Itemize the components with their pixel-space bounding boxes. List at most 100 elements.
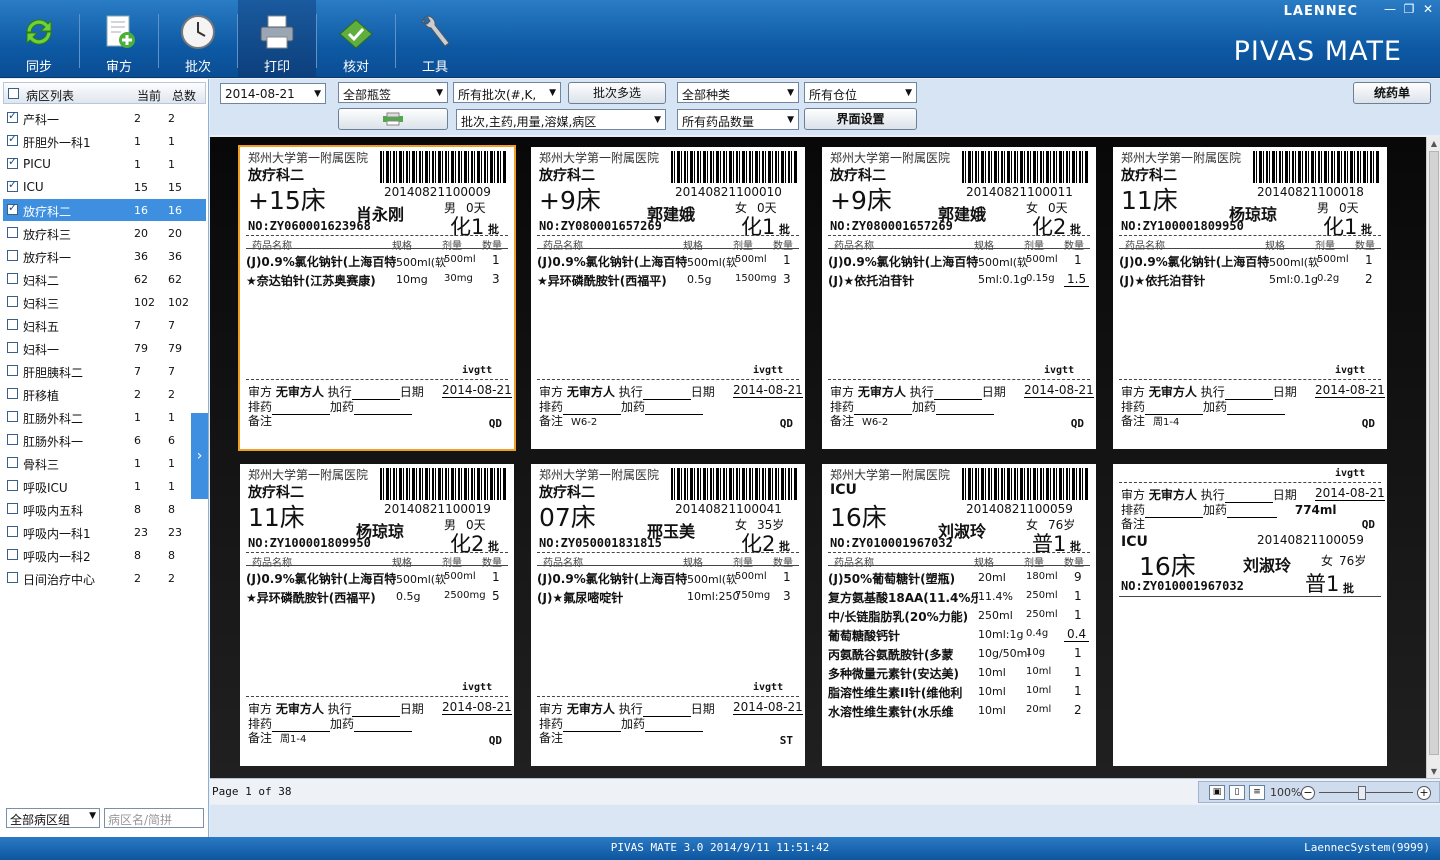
infusion-label[interactable]: 郑州大学第一附属医院 放疗科二 20140821100018 11床 杨琼琼 男… <box>1113 147 1387 449</box>
ward-row[interactable]: 呼吸内一科1 23 23 <box>3 521 206 543</box>
ward-checkbox[interactable] <box>7 296 18 307</box>
drug-dose: 0.15g <box>1026 273 1055 284</box>
ward-checkbox[interactable] <box>7 342 18 353</box>
chevron-down-icon: ▼ <box>654 115 661 125</box>
scrollbar-thumb[interactable] <box>1429 151 1439 755</box>
ward-row[interactable]: ICU 15 15 <box>3 176 206 198</box>
ward-checkbox[interactable] <box>7 109 18 123</box>
ward-row[interactable]: 肛肠外科二 1 1 <box>3 406 206 428</box>
ward-row[interactable]: 呼吸内五科 8 8 <box>3 498 206 520</box>
ward-checkbox[interactable] <box>7 250 18 261</box>
toolbar-tools-button[interactable]: 工具 <box>396 0 474 78</box>
preview-vertical-scrollbar[interactable]: ▲ ▼ <box>1426 137 1440 778</box>
ward-checkbox[interactable] <box>7 178 18 192</box>
infusion-label[interactable]: 郑州大学第一附属医院 放疗科二 20140821100010 +9床 郭建娥 女… <box>531 147 805 449</box>
infusion-label[interactable]: 郑州大学第一附属医院 放疗科二 20140821100041 07床 邢玉美 女… <box>531 464 805 766</box>
toolbar-print-button[interactable]: 打印 <box>238 0 316 78</box>
batch-multi-select-button[interactable]: 批次多选 <box>568 82 666 104</box>
infusion-label[interactable]: 郑州大学第一附属医院 放疗科二 20140821100011 +9床 郭建娥 女… <box>822 147 1096 449</box>
ward-row[interactable]: 产科一 2 2 <box>3 107 206 129</box>
ward-checkbox[interactable] <box>7 155 18 169</box>
toolbar-batch-button[interactable]: 批次 <box>159 0 237 78</box>
ward-checkbox[interactable] <box>7 319 18 330</box>
ward-current-count: 1 <box>134 158 141 171</box>
ward-checkbox[interactable] <box>7 201 18 215</box>
ward-row[interactable]: 妇科二 62 62 <box>3 268 206 290</box>
scroll-up-icon[interactable]: ▲ <box>1427 139 1440 148</box>
spec-header: 规格 <box>392 241 412 252</box>
brand-title: PIVAS MATE <box>1233 36 1402 67</box>
ward-row[interactable]: 妇科五 7 7 <box>3 314 206 336</box>
collapse-sidebar-button[interactable]: › <box>191 413 208 499</box>
category-select[interactable]: 全部种类 ▼ <box>677 82 799 103</box>
ward-row[interactable]: 放疗科二 16 16 <box>3 199 206 221</box>
ward-checkbox[interactable] <box>7 503 18 514</box>
ward-checkbox[interactable] <box>7 388 18 399</box>
zoom-in-icon[interactable]: + <box>1417 786 1431 800</box>
zoom-slider-handle[interactable] <box>1358 786 1366 800</box>
ward-row[interactable]: 日间治疗中心 2 2 <box>3 567 206 589</box>
restore-button[interactable]: ❐ <box>1401 2 1417 16</box>
ward-row[interactable]: 放疗科一 36 36 <box>3 245 206 267</box>
ward-row[interactable]: 呼吸ICU 1 1 <box>3 475 206 497</box>
ward-row[interactable]: 放疗科三 20 20 <box>3 222 206 244</box>
date-picker[interactable]: 2014-08-21 ▼ <box>220 83 326 104</box>
ward-checkbox[interactable] <box>7 434 18 445</box>
zoom-out-icon[interactable]: − <box>1301 786 1315 800</box>
fit-page-icon[interactable]: ▣ <box>1209 785 1225 800</box>
add-label: 加药 <box>621 400 646 414</box>
sort-select[interactable]: 批次,主药,用量,溶媒,病区 ▼ <box>456 109 666 130</box>
ward-search-input[interactable]: 病区名/简拼 <box>104 808 204 828</box>
position-select[interactable]: 所有仓位 ▼ <box>804 82 917 103</box>
toolbar-review-button[interactable]: 审方 <box>80 0 158 78</box>
summary-button[interactable]: 统药单 <box>1353 82 1431 104</box>
scroll-down-icon[interactable]: ▼ <box>1427 767 1440 776</box>
multi-page-icon[interactable]: ≡ <box>1249 785 1265 800</box>
ward-row[interactable]: 骨科三 1 1 <box>3 452 206 474</box>
ward-name: 妇科三 <box>23 297 60 311</box>
infusion-label[interactable]: 郑州大学第一附属医院 放疗科二 20140821100009 +15床 肖永刚 … <box>238 145 516 451</box>
ward-row[interactable]: 妇科一 79 79 <box>3 337 206 359</box>
infusion-label[interactable]: ivgtt 审方 无审方人 执行 日期 2014-08-21 排药 加药 774ml… <box>1113 464 1387 766</box>
ui-settings-button[interactable]: 界面设置 <box>804 108 917 130</box>
label-type-select[interactable]: 全部瓶签 ▼ <box>338 82 448 103</box>
ward-checkbox[interactable] <box>7 480 18 491</box>
ward-checkbox[interactable] <box>7 549 18 560</box>
dose-header: 剂量 <box>1315 241 1335 252</box>
infusion-label[interactable]: 郑州大学第一附属医院 放疗科二 20140821100019 11床 杨琼琼 男… <box>240 464 514 766</box>
print-preview-area[interactable]: 郑州大学第一附属医院 放疗科二 20140821100009 +15床 肖永刚 … <box>210 137 1426 778</box>
ward-checkbox[interactable] <box>7 273 18 284</box>
ward-group-select[interactable]: 全部病区组 ▼ <box>6 808 100 828</box>
infusion-label[interactable]: 郑州大学第一附属医院 ICU 20140821100059 16床 刘淑玲 女 … <box>822 464 1096 766</box>
ward-row[interactable]: 肝胆外一科1 1 1 <box>3 130 206 152</box>
drug-dose: 10ml <box>1026 685 1052 696</box>
minimize-button[interactable]: — <box>1382 2 1398 16</box>
close-button[interactable]: ✕ <box>1420 2 1436 16</box>
quantity-select[interactable]: 所有药品数量 ▼ <box>677 109 799 130</box>
dose-header: 剂量 <box>733 558 753 569</box>
ward-checkbox[interactable] <box>7 365 18 376</box>
ward-row[interactable]: PICU 1 1 <box>3 153 206 175</box>
ward-row[interactable]: 肛肠外科一 6 6 <box>3 429 206 451</box>
select-all-checkbox[interactable] <box>8 88 19 99</box>
ward-row[interactable]: 妇科三 102 102 <box>3 291 206 313</box>
toolbar-check-button[interactable]: 核对 <box>317 0 395 78</box>
single-page-icon[interactable]: ▯ <box>1229 785 1245 800</box>
drug-name-header: 药品名称 <box>543 241 583 252</box>
ward-checkbox[interactable] <box>7 572 18 583</box>
print-button[interactable] <box>338 108 448 130</box>
ward-checkbox[interactable] <box>7 227 18 238</box>
ward-row[interactable]: 肝移植 2 2 <box>3 383 206 405</box>
ward-row[interactable]: 呼吸内一科2 8 8 <box>3 544 206 566</box>
remark: W6-2 <box>862 417 889 428</box>
toolbar-sync-button[interactable]: 同步 <box>0 0 78 78</box>
ward-checkbox[interactable] <box>7 411 18 422</box>
ward-checkbox[interactable] <box>7 526 18 537</box>
ward-row[interactable]: 肝胆胰科二 7 7 <box>3 360 206 382</box>
ward-checkbox[interactable] <box>7 457 18 468</box>
drug-qty: 1 <box>1074 665 1082 679</box>
ward-name: 日间治疗中心 <box>23 573 96 587</box>
ward-checkbox[interactable] <box>7 132 18 146</box>
zoom-slider-track[interactable] <box>1319 792 1413 793</box>
batch-select[interactable]: 所有批次(#,K, ▼ <box>453 82 561 103</box>
